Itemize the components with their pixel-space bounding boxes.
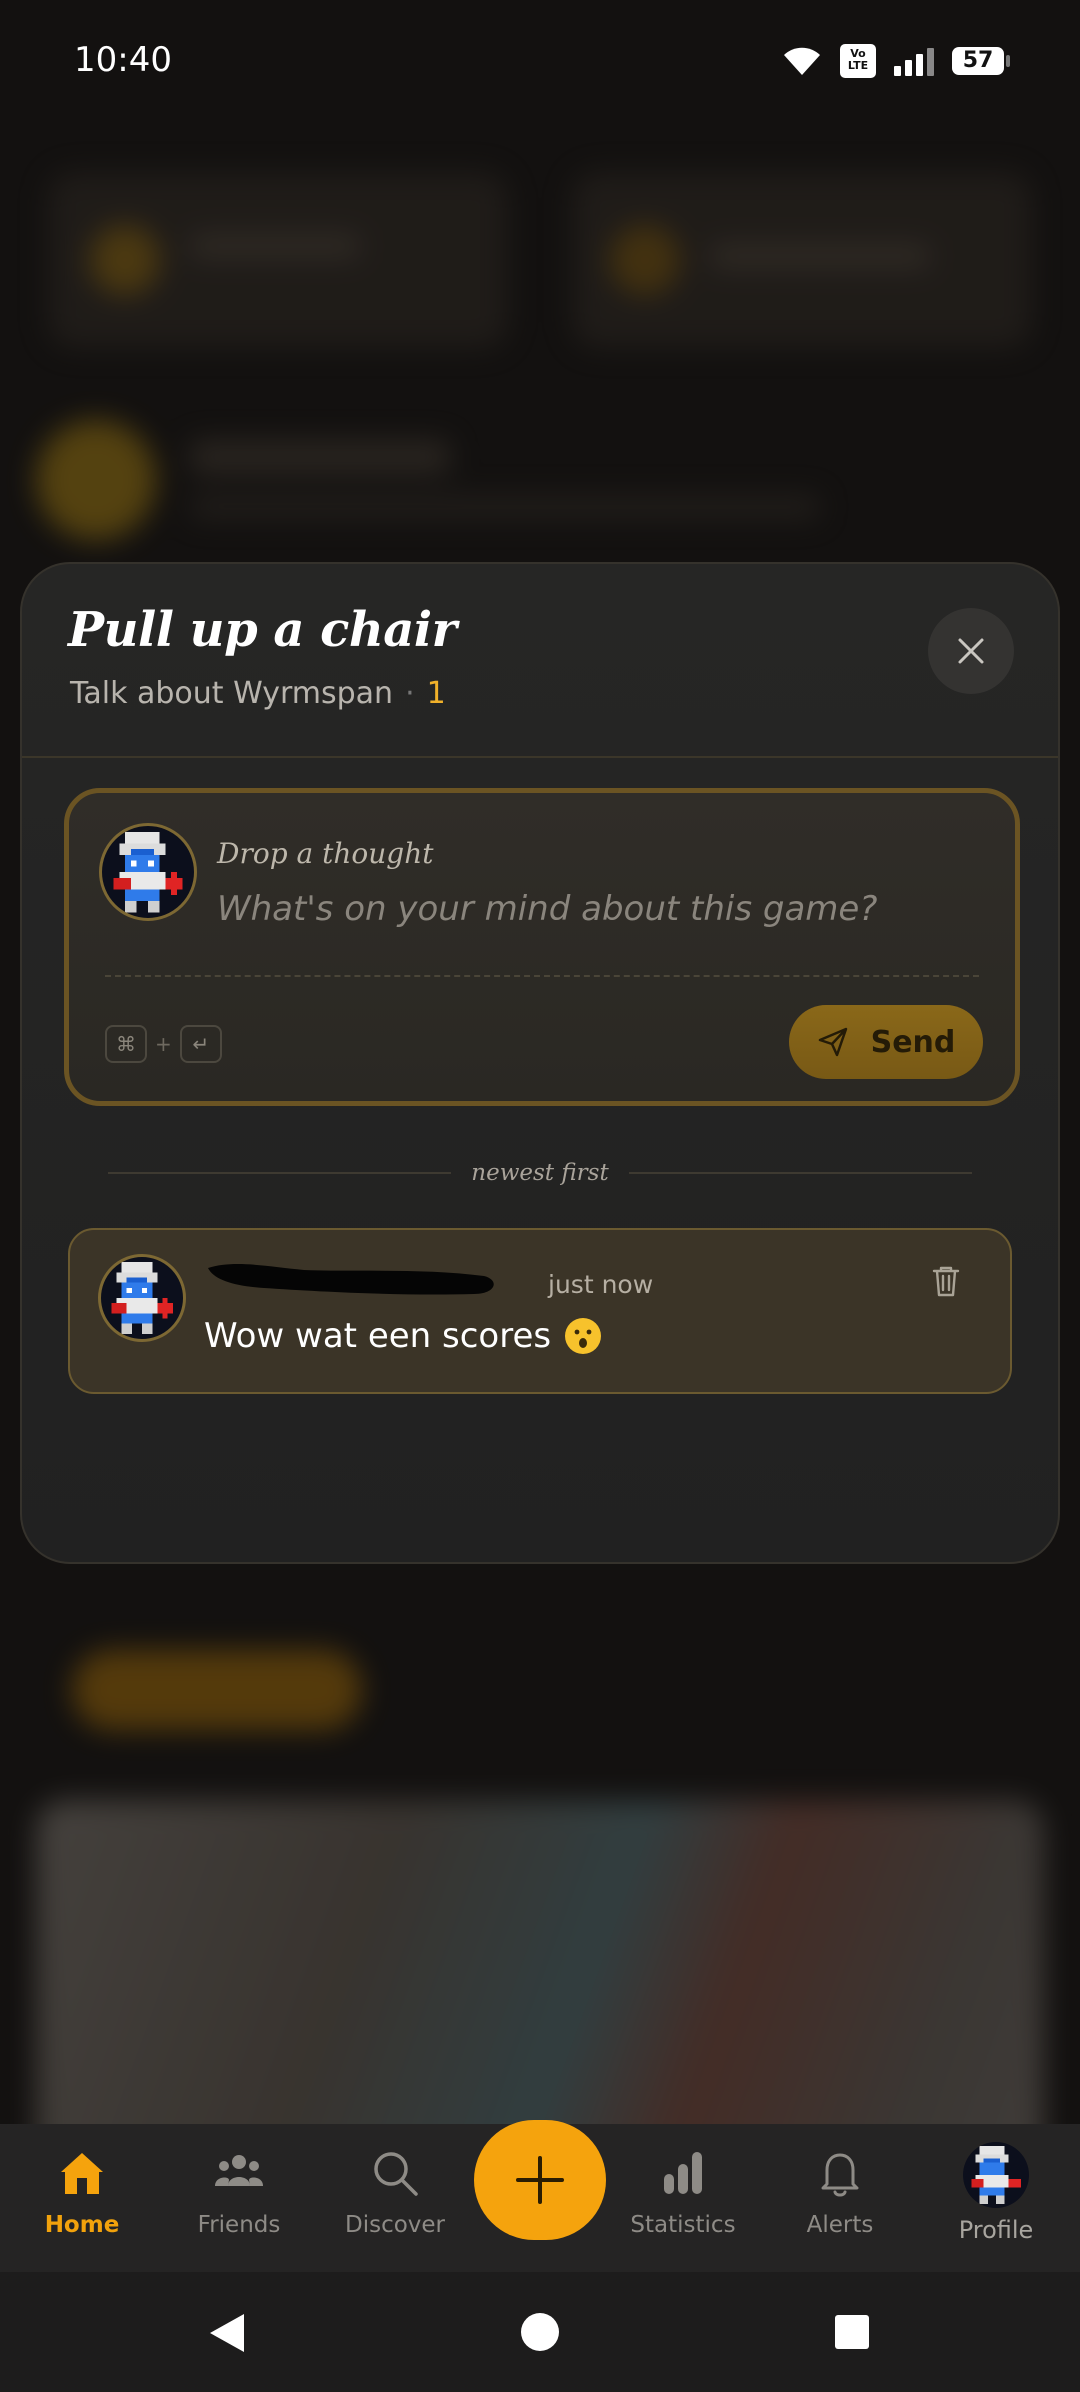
wifi-icon bbox=[784, 47, 820, 75]
nav-label-profile: Profile bbox=[958, 2216, 1034, 2244]
send-label: Send bbox=[870, 1024, 956, 1060]
sort-order-divider: newest first bbox=[108, 1160, 972, 1186]
send-icon bbox=[818, 1027, 847, 1057]
keyboard-shortcut-hint: ⌘ + ↵ bbox=[105, 1025, 222, 1063]
nav-label-home: Home bbox=[44, 2212, 120, 2238]
close-button[interactable] bbox=[928, 608, 1014, 694]
bar-chart-icon bbox=[664, 2152, 702, 2194]
status-icons: Vo LTE 57 bbox=[782, 44, 1010, 78]
comment-timestamp: just now bbox=[548, 1270, 654, 1299]
nav-label-discover: Discover bbox=[344, 2212, 446, 2238]
comment-body: Wow wat een scores bbox=[204, 1316, 603, 1356]
sort-order-label: newest first bbox=[471, 1160, 609, 1186]
divider-line bbox=[628, 1172, 972, 1174]
nav-item-statistics[interactable]: Statistics bbox=[608, 2146, 758, 2238]
sheet-subtitle-text: Talk about Wyrmspan bbox=[70, 676, 394, 711]
redacted-author-name bbox=[208, 1264, 494, 1295]
composer-label: Drop a thought bbox=[217, 837, 434, 870]
close-icon bbox=[958, 638, 984, 664]
comment-avatar[interactable] bbox=[98, 1254, 186, 1342]
system-navigation-bar bbox=[0, 2272, 1080, 2392]
bell-icon bbox=[821, 2153, 859, 2197]
subtitle-separator: · bbox=[405, 676, 415, 711]
comment-input[interactable] bbox=[217, 883, 977, 935]
send-button[interactable]: Send bbox=[789, 1005, 983, 1079]
avatar bbox=[963, 2142, 1029, 2208]
search-icon bbox=[374, 2152, 418, 2196]
nav-item-profile[interactable]: Profile bbox=[921, 2142, 1071, 2244]
nav-item-discover[interactable]: Discover bbox=[320, 2146, 470, 2238]
avatar bbox=[99, 823, 197, 921]
home-circle-icon[interactable] bbox=[520, 2312, 560, 2352]
background-decoration bbox=[190, 440, 450, 474]
divider-line bbox=[108, 1172, 452, 1174]
composer-divider bbox=[105, 975, 979, 977]
home-icon bbox=[61, 2153, 103, 2194]
nav-label-friends: Friends bbox=[197, 2212, 281, 2238]
background-decoration bbox=[72, 1650, 362, 1730]
header-divider bbox=[22, 756, 1058, 758]
astonished-face-icon bbox=[565, 1318, 602, 1354]
comment-composer: Drop a thought ⌘ + ↵ Send bbox=[64, 788, 1020, 1106]
nav-label-statistics: Statistics bbox=[630, 2212, 736, 2238]
comments-sheet: Pull up a chair Talk about Wyrmspan · 1 bbox=[20, 562, 1060, 1564]
nav-item-friends[interactable]: Friends bbox=[164, 2146, 314, 2238]
plus-icon bbox=[516, 2156, 564, 2204]
nav-item-alerts[interactable]: Alerts bbox=[765, 2146, 915, 2238]
comment-text: Wow wat een scores bbox=[204, 1316, 552, 1356]
background-decoration bbox=[190, 235, 360, 257]
back-icon[interactable] bbox=[206, 2312, 246, 2354]
nav-item-home[interactable]: Home bbox=[7, 2146, 157, 2238]
enter-key: ↵ bbox=[179, 1025, 222, 1063]
comment-count: 1 bbox=[426, 676, 446, 711]
signal-icon bbox=[894, 46, 934, 76]
background-decoration bbox=[190, 495, 820, 519]
background-decoration bbox=[710, 245, 930, 267]
sheet-subtitle: Talk about Wyrmspan · 1 bbox=[70, 676, 446, 711]
shortcut-plus: + bbox=[155, 1032, 172, 1056]
nav-label-alerts: Alerts bbox=[806, 2212, 874, 2238]
sheet-title: Pull up a chair bbox=[68, 602, 457, 658]
delete-icon[interactable] bbox=[930, 1264, 962, 1298]
background-decoration bbox=[610, 225, 680, 295]
friends-icon bbox=[215, 2155, 263, 2186]
comment-card: just now Wow wat een scores bbox=[68, 1228, 1012, 1394]
battery-indicator: 57 bbox=[952, 47, 1010, 75]
recents-icon[interactable] bbox=[834, 2314, 870, 2350]
add-button[interactable] bbox=[474, 2120, 606, 2240]
background-decoration bbox=[90, 225, 160, 295]
status-bar: 10:40 Vo LTE 57 bbox=[0, 0, 1080, 120]
background-decoration bbox=[36, 420, 156, 540]
status-time: 10:40 bbox=[74, 40, 172, 80]
volte-badge: Vo LTE bbox=[840, 44, 876, 78]
command-key: ⌘ bbox=[105, 1025, 147, 1063]
bottom-nav: Home Friends Discover Statistics Alerts … bbox=[0, 2120, 1080, 2272]
